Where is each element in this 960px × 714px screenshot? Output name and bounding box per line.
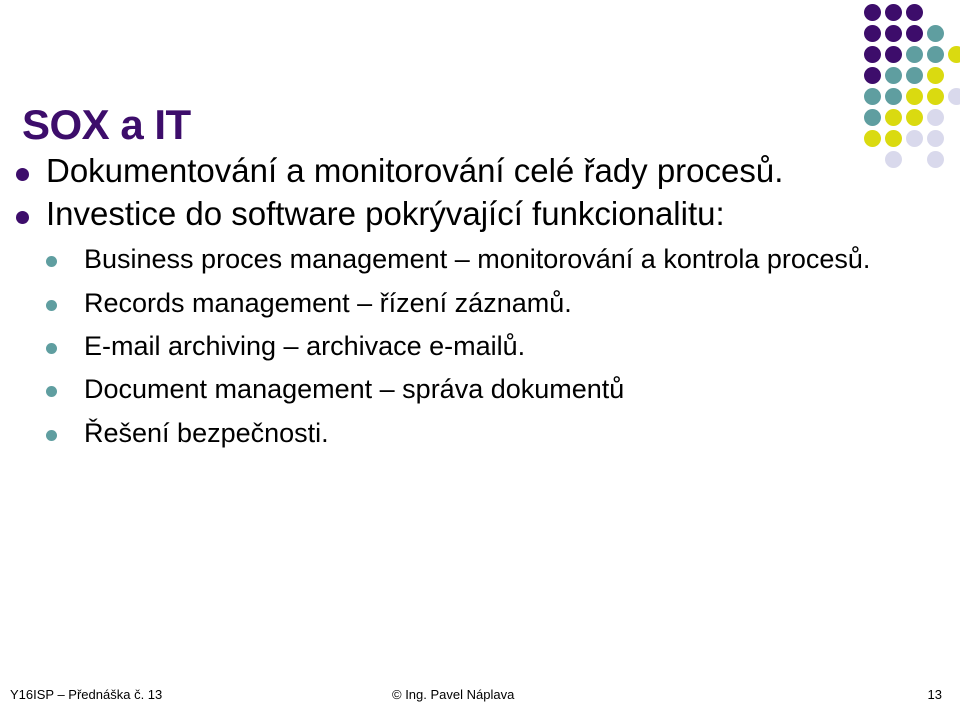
decorative-dot bbox=[864, 109, 881, 126]
list-item: Dokumentování a monitorování celé řady p… bbox=[0, 152, 880, 191]
decorative-dot bbox=[885, 4, 902, 21]
bullet-marker-icon bbox=[16, 210, 29, 224]
list-item: Řešení bezpečnosti. bbox=[0, 417, 880, 449]
bullet-marker-icon bbox=[46, 343, 57, 354]
decorative-dot bbox=[864, 67, 881, 84]
decorative-dot bbox=[885, 88, 902, 105]
decorative-dot bbox=[948, 88, 960, 105]
decorative-dot bbox=[906, 4, 923, 21]
list-item-label: Document management – správa dokumentů bbox=[84, 374, 625, 405]
bullet-marker-icon bbox=[16, 168, 29, 181]
decorative-dot-grid bbox=[864, 4, 960, 170]
decorative-dot bbox=[885, 46, 902, 63]
bullet-marker-icon bbox=[46, 299, 57, 311]
list-item: Document management – správa dokumentů bbox=[0, 373, 880, 405]
list-item-label: Řešení bezpečnosti. bbox=[84, 417, 329, 448]
list-item: Investice do software pokrývající funkci… bbox=[0, 195, 880, 234]
decorative-dot bbox=[864, 25, 881, 42]
slide-footer: Y16ISP – Přednáška č. 13 © Ing. Pavel Ná… bbox=[0, 684, 960, 706]
list-item: Records management – řízení záznamů. bbox=[0, 287, 880, 319]
decorative-dot bbox=[864, 46, 881, 63]
decorative-dot bbox=[927, 109, 944, 126]
list-item-label: E-mail archiving – archivace e-mailů. bbox=[84, 331, 526, 361]
list-item-label: Dokumentování a monitorování celé řady p… bbox=[46, 152, 784, 189]
decorative-dot bbox=[885, 67, 902, 84]
decorative-dot bbox=[864, 4, 881, 21]
decorative-dot bbox=[906, 109, 923, 126]
decorative-dot bbox=[927, 46, 944, 63]
decorative-dot bbox=[927, 88, 944, 105]
decorative-dot bbox=[885, 25, 902, 42]
decorative-dot bbox=[927, 67, 944, 84]
footer-course-label: Y16ISP – Přednáška č. 13 bbox=[10, 687, 163, 702]
slide-content: Dokumentování a monitorování celé řady p… bbox=[0, 152, 880, 460]
list-item-label: Business proces management – monitorován… bbox=[84, 244, 871, 275]
decorative-dot bbox=[927, 151, 944, 168]
bullet-marker-icon bbox=[46, 429, 57, 441]
bullet-marker-icon bbox=[46, 386, 57, 398]
list-item-label: Investice do software pokrývající funkci… bbox=[46, 194, 725, 232]
decorative-dot bbox=[885, 151, 902, 168]
decorative-dot bbox=[885, 109, 902, 126]
sub-list: Business proces management – monitorován… bbox=[0, 243, 880, 449]
decorative-dot bbox=[906, 130, 923, 147]
list-item: E-mail archiving – archivace e-mailů. bbox=[0, 330, 880, 362]
decorative-dot bbox=[906, 25, 923, 42]
decorative-dot bbox=[948, 46, 960, 63]
decorative-dot bbox=[885, 130, 902, 147]
footer-author-label: © Ing. Pavel Náplava bbox=[392, 687, 515, 702]
decorative-dot bbox=[906, 67, 923, 84]
list-item-label: Records management – řízení záznamů. bbox=[84, 287, 572, 318]
bullet-marker-icon bbox=[46, 256, 57, 268]
decorative-dot bbox=[927, 25, 944, 42]
footer-page-number: 13 bbox=[927, 687, 942, 702]
list-item: Business proces management – monitorován… bbox=[0, 243, 880, 275]
decorative-dot bbox=[906, 46, 923, 63]
decorative-dot bbox=[864, 88, 881, 105]
decorative-dot bbox=[864, 130, 881, 147]
decorative-dot bbox=[906, 88, 923, 105]
decorative-dot bbox=[927, 130, 944, 147]
page-title: SOX a IT bbox=[22, 101, 191, 149]
